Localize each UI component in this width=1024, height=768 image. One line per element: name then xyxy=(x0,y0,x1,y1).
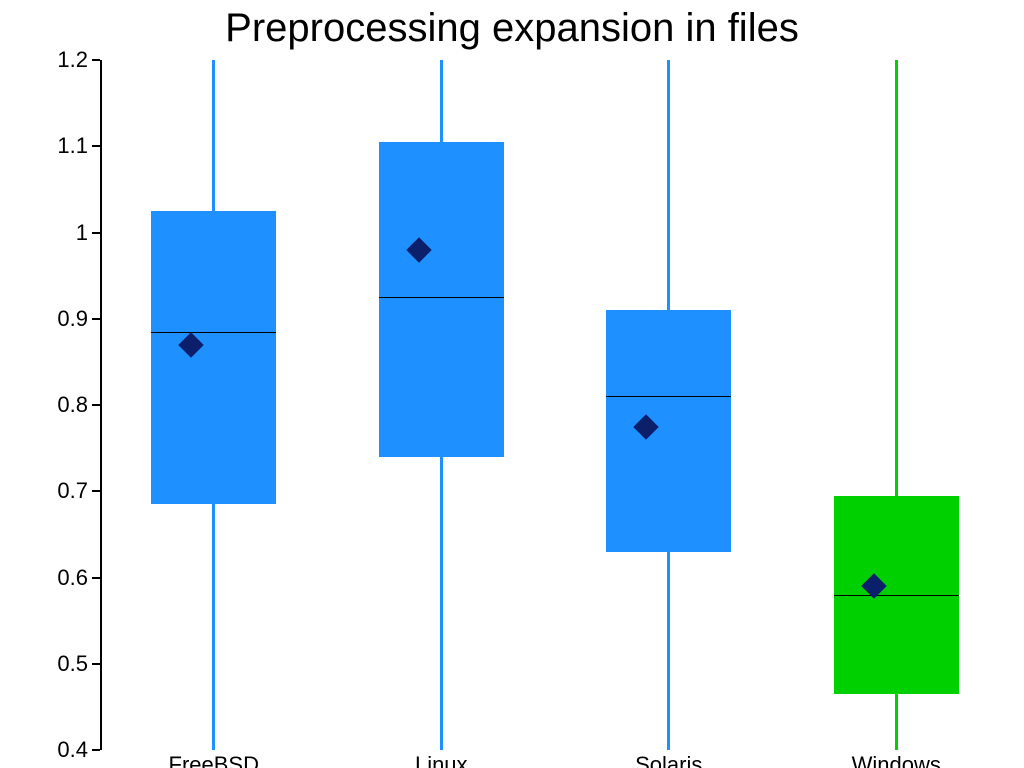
box xyxy=(606,310,731,552)
y-tick-label: 1.2 xyxy=(57,47,100,73)
median-line xyxy=(151,332,276,333)
box xyxy=(151,211,276,504)
x-tick-label: Linux xyxy=(415,752,468,768)
y-tick-label: 0.9 xyxy=(57,306,100,332)
plot-area: 0.40.50.60.70.80.911.11.2FreeBSDLinuxSol… xyxy=(100,60,1010,750)
median-line xyxy=(834,595,959,596)
y-tick-label: 0.8 xyxy=(57,392,100,418)
y-tick-label: 0.7 xyxy=(57,478,100,504)
y-tick-label: 0.4 xyxy=(57,737,100,763)
chart-container: Preprocessing expansion in files 0.40.50… xyxy=(0,0,1024,768)
median-line xyxy=(606,396,731,397)
y-tick-label: 0.6 xyxy=(57,565,100,591)
x-tick-label: Windows xyxy=(852,752,941,768)
y-tick-label: 1 xyxy=(76,220,100,246)
median-line xyxy=(379,297,504,298)
box xyxy=(379,142,504,457)
y-axis xyxy=(100,60,102,750)
x-tick-label: Solaris xyxy=(635,752,702,768)
chart-title: Preprocessing expansion in files xyxy=(0,6,1024,51)
y-tick-label: 0.5 xyxy=(57,651,100,677)
x-tick-label: FreeBSD xyxy=(169,752,259,768)
y-tick-label: 1.1 xyxy=(57,133,100,159)
